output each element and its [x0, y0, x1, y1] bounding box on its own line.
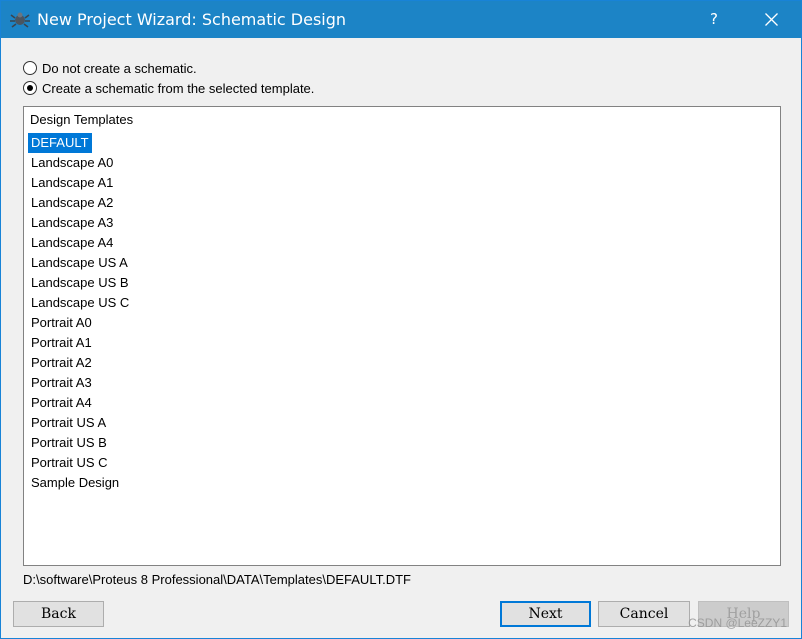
close-button[interactable]	[747, 1, 797, 38]
template-item[interactable]: Portrait A0	[28, 313, 95, 333]
template-item[interactable]: Landscape A4	[28, 233, 116, 253]
close-icon	[765, 13, 778, 26]
template-item[interactable]: Landscape A3	[28, 213, 116, 233]
template-item[interactable]: Landscape A0	[28, 153, 116, 173]
template-item[interactable]: Portrait A3	[28, 373, 95, 393]
back-button[interactable]: Back	[13, 601, 104, 627]
cancel-button[interactable]: Cancel	[598, 601, 690, 627]
radio-no-schematic[interactable]	[23, 61, 37, 75]
wizard-window: New Project Wizard: Schematic Design ? D…	[0, 0, 802, 639]
option-from-template[interactable]: Create a schematic from the selected tem…	[23, 79, 314, 97]
proteus-app-icon	[10, 10, 30, 28]
template-item[interactable]: Landscape A1	[28, 173, 116, 193]
next-button[interactable]: Next	[500, 601, 591, 627]
option-from-template-label: Create a schematic from the selected tem…	[42, 80, 315, 96]
template-item[interactable]: Portrait US B	[28, 433, 110, 453]
watermark: CSDN @LeeZZY1	[688, 616, 787, 630]
template-item[interactable]: DEFAULT	[28, 133, 92, 153]
title-bar[interactable]: New Project Wizard: Schematic Design ?	[1, 1, 801, 38]
wizard-content: Do not create a schematic. Create a sche…	[1, 38, 801, 638]
template-items: DEFAULT Landscape A0 Landscape A1 Landscape…	[28, 133, 132, 493]
template-item[interactable]: Portrait A1	[28, 333, 95, 353]
option-no-schematic[interactable]: Do not create a schematic.	[23, 59, 197, 77]
window-title: New Project Wizard: Schematic Design	[37, 10, 347, 29]
template-item[interactable]: Portrait US C	[28, 453, 111, 473]
option-no-schematic-label: Do not create a schematic.	[42, 60, 197, 76]
template-item[interactable]: Landscape US A	[28, 253, 131, 273]
help-icon[interactable]: ?	[691, 1, 737, 38]
template-item[interactable]: Portrait US A	[28, 413, 109, 433]
radio-from-template[interactable]	[23, 81, 37, 95]
list-header: Design Templates	[30, 112, 134, 127]
template-item[interactable]: Portrait A4	[28, 393, 95, 413]
template-item[interactable]: Landscape US C	[28, 293, 132, 313]
template-item[interactable]: Sample Design	[28, 473, 122, 493]
template-item[interactable]: Landscape US B	[28, 273, 132, 293]
template-item[interactable]: Landscape A2	[28, 193, 116, 213]
template-path: D:\software\Proteus 8 Professional\DATA\…	[23, 572, 411, 587]
design-templates-list[interactable]: Design Templates DEFAULT Landscape A0 Land…	[23, 106, 781, 566]
template-item[interactable]: Portrait A2	[28, 353, 95, 373]
